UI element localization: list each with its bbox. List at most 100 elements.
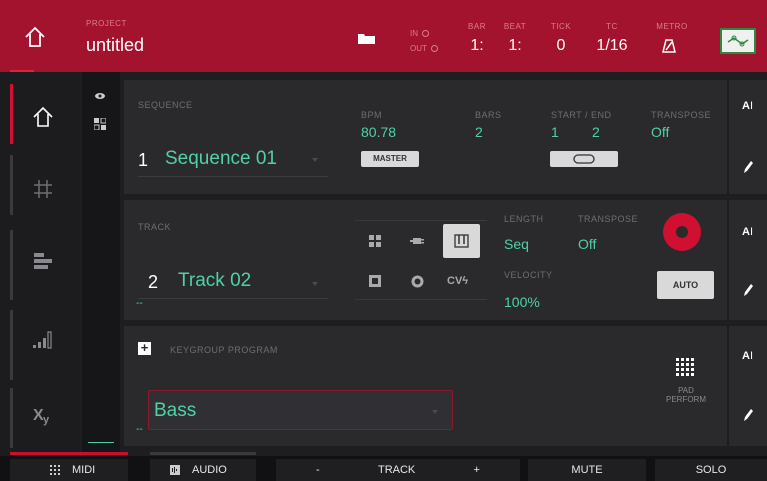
pad-grid-icon — [676, 358, 694, 376]
program-name[interactable]: Bass — [154, 400, 196, 422]
pad-view-icon[interactable] — [94, 118, 106, 130]
track-selector-label: TRACK — [377, 464, 416, 476]
pad-perform-line1: PAD — [678, 386, 694, 395]
track-marker: -- — [136, 298, 143, 309]
master-button[interactable]: MASTER — [361, 151, 419, 167]
length-value[interactable]: Seq — [504, 236, 529, 252]
track-prev-button[interactable]: - — [316, 464, 320, 476]
list-mode-icon[interactable] — [30, 248, 56, 274]
start-value[interactable]: 1 — [551, 124, 559, 140]
track-transpose-value[interactable]: Off — [578, 236, 596, 252]
add-program-button[interactable]: + — [138, 341, 151, 355]
home-icon[interactable] — [22, 24, 48, 50]
drum-type-icon[interactable] — [369, 235, 381, 247]
bars-value[interactable]: 2 — [475, 124, 483, 140]
track-label: TRACK — [138, 222, 172, 232]
levels-mode-icon[interactable] — [30, 326, 56, 352]
sync-button[interactable] — [720, 28, 756, 54]
track-selector: - TRACK + — [276, 459, 520, 481]
cv-type-button[interactable]: CVϟ — [447, 275, 468, 287]
length-label: LENGTH — [504, 214, 544, 224]
beat-value: 1: — [508, 37, 522, 54]
sequence-label: SEQUENCE — [138, 100, 193, 110]
track-underline — [138, 298, 328, 299]
audio-indicator — [150, 452, 256, 455]
sequence-name[interactable]: Sequence 01 — [165, 148, 277, 170]
metro-label: METRO — [656, 22, 688, 31]
sequence-underline — [138, 176, 328, 177]
pad-perform-line2: PERFORM — [666, 395, 706, 404]
timing-correct[interactable]: TC 1/16 — [590, 22, 634, 55]
midi-active-indicator — [10, 452, 128, 455]
bar-value: 1: — [470, 37, 484, 54]
track-rename-icon[interactable]: AI — [742, 226, 753, 238]
nav-active-indicator — [10, 84, 13, 144]
tick-label: TICK — [550, 22, 572, 31]
bar-label: BAR — [468, 22, 486, 31]
seq-transpose-label: TRANSPOSE — [651, 110, 712, 120]
program-dropdown-icon[interactable] — [432, 410, 438, 414]
cv-bolt-icon: ϟ — [462, 275, 469, 287]
keyboard-icon — [454, 234, 469, 248]
grid-mode-icon[interactable] — [30, 176, 56, 202]
program-type-label: KEYGROUP PROGRAM — [170, 345, 278, 355]
track-transpose-label: TRANSPOSE — [578, 214, 639, 224]
main-mode-icon[interactable] — [30, 104, 56, 130]
track-edit-pencil-icon[interactable] — [742, 283, 754, 297]
track-next-button[interactable]: + — [474, 464, 480, 476]
solo-button[interactable]: SOLO — [655, 459, 767, 481]
project-name[interactable]: untitled — [86, 35, 144, 56]
audio-wave-icon — [170, 465, 180, 475]
green-marker — [88, 442, 114, 443]
pad-perform-button[interactable]: PAD PERFORM — [654, 358, 718, 404]
track-dropdown-icon[interactable] — [312, 282, 318, 286]
program-edit-pencil-icon[interactable] — [742, 408, 754, 422]
mute-button[interactable]: MUTE — [528, 459, 646, 481]
midi-type-icon[interactable] — [411, 275, 424, 288]
loop-button[interactable] — [550, 151, 618, 167]
bar-counter[interactable]: BAR 1: — [462, 22, 492, 55]
velocity-label: VELOCITY — [504, 270, 553, 280]
keygroup-type-button[interactable] — [443, 224, 480, 258]
sequence-number: 1 — [138, 150, 149, 170]
tick-counter[interactable]: TICK 0 — [546, 22, 576, 55]
in-label: IN — [410, 29, 418, 38]
beat-label: BEAT — [503, 22, 527, 31]
sequence-edit-pencil-icon[interactable] — [742, 160, 754, 174]
bpm-value[interactable]: 80.78 — [361, 124, 396, 140]
program-rename-icon[interactable]: AI — [742, 350, 753, 362]
sequence-rename-icon[interactable]: AI — [742, 100, 753, 112]
metronome[interactable]: METRO — [652, 22, 692, 31]
nav-separator — [10, 310, 13, 380]
track-side-panel — [729, 200, 767, 320]
tc-label: TC — [606, 22, 618, 31]
velocity-value[interactable]: 100% — [504, 294, 540, 310]
end-value[interactable]: 2 — [592, 124, 600, 140]
seq-transpose-value[interactable]: Off — [651, 124, 669, 140]
nav-separator — [10, 230, 13, 300]
sync-icon — [727, 35, 749, 47]
record-arm-icon[interactable] — [662, 212, 702, 252]
sequence-dropdown-icon[interactable] — [312, 158, 318, 162]
xy-mode-icon[interactable]: X y — [30, 400, 56, 426]
out-label: OUT — [410, 44, 427, 53]
solo-label: SOLO — [695, 464, 727, 476]
automation-button[interactable]: AUTO — [657, 271, 714, 299]
out-dot-icon — [430, 45, 438, 53]
midi-tab-button[interactable]: MIDI — [10, 459, 128, 481]
program-side-panel — [729, 326, 767, 446]
beat-counter[interactable]: BEAT 1: — [500, 22, 530, 55]
mute-label: MUTE — [571, 464, 603, 476]
metronome-icon[interactable] — [662, 39, 676, 53]
tick-value: 0 — [556, 37, 566, 54]
clip-type-icon[interactable] — [369, 275, 381, 287]
audio-tab-label: AUDIO — [192, 464, 227, 476]
track-name[interactable]: Track 02 — [178, 270, 251, 292]
nav-separator — [10, 388, 13, 448]
folder-icon[interactable] — [358, 33, 376, 45]
loop-icon — [573, 154, 595, 164]
audio-tab-button[interactable]: AUDIO — [150, 459, 256, 481]
eye-icon[interactable] — [94, 92, 106, 100]
plugin-type-icon[interactable] — [410, 236, 424, 246]
tc-value: 1/16 — [596, 37, 628, 54]
